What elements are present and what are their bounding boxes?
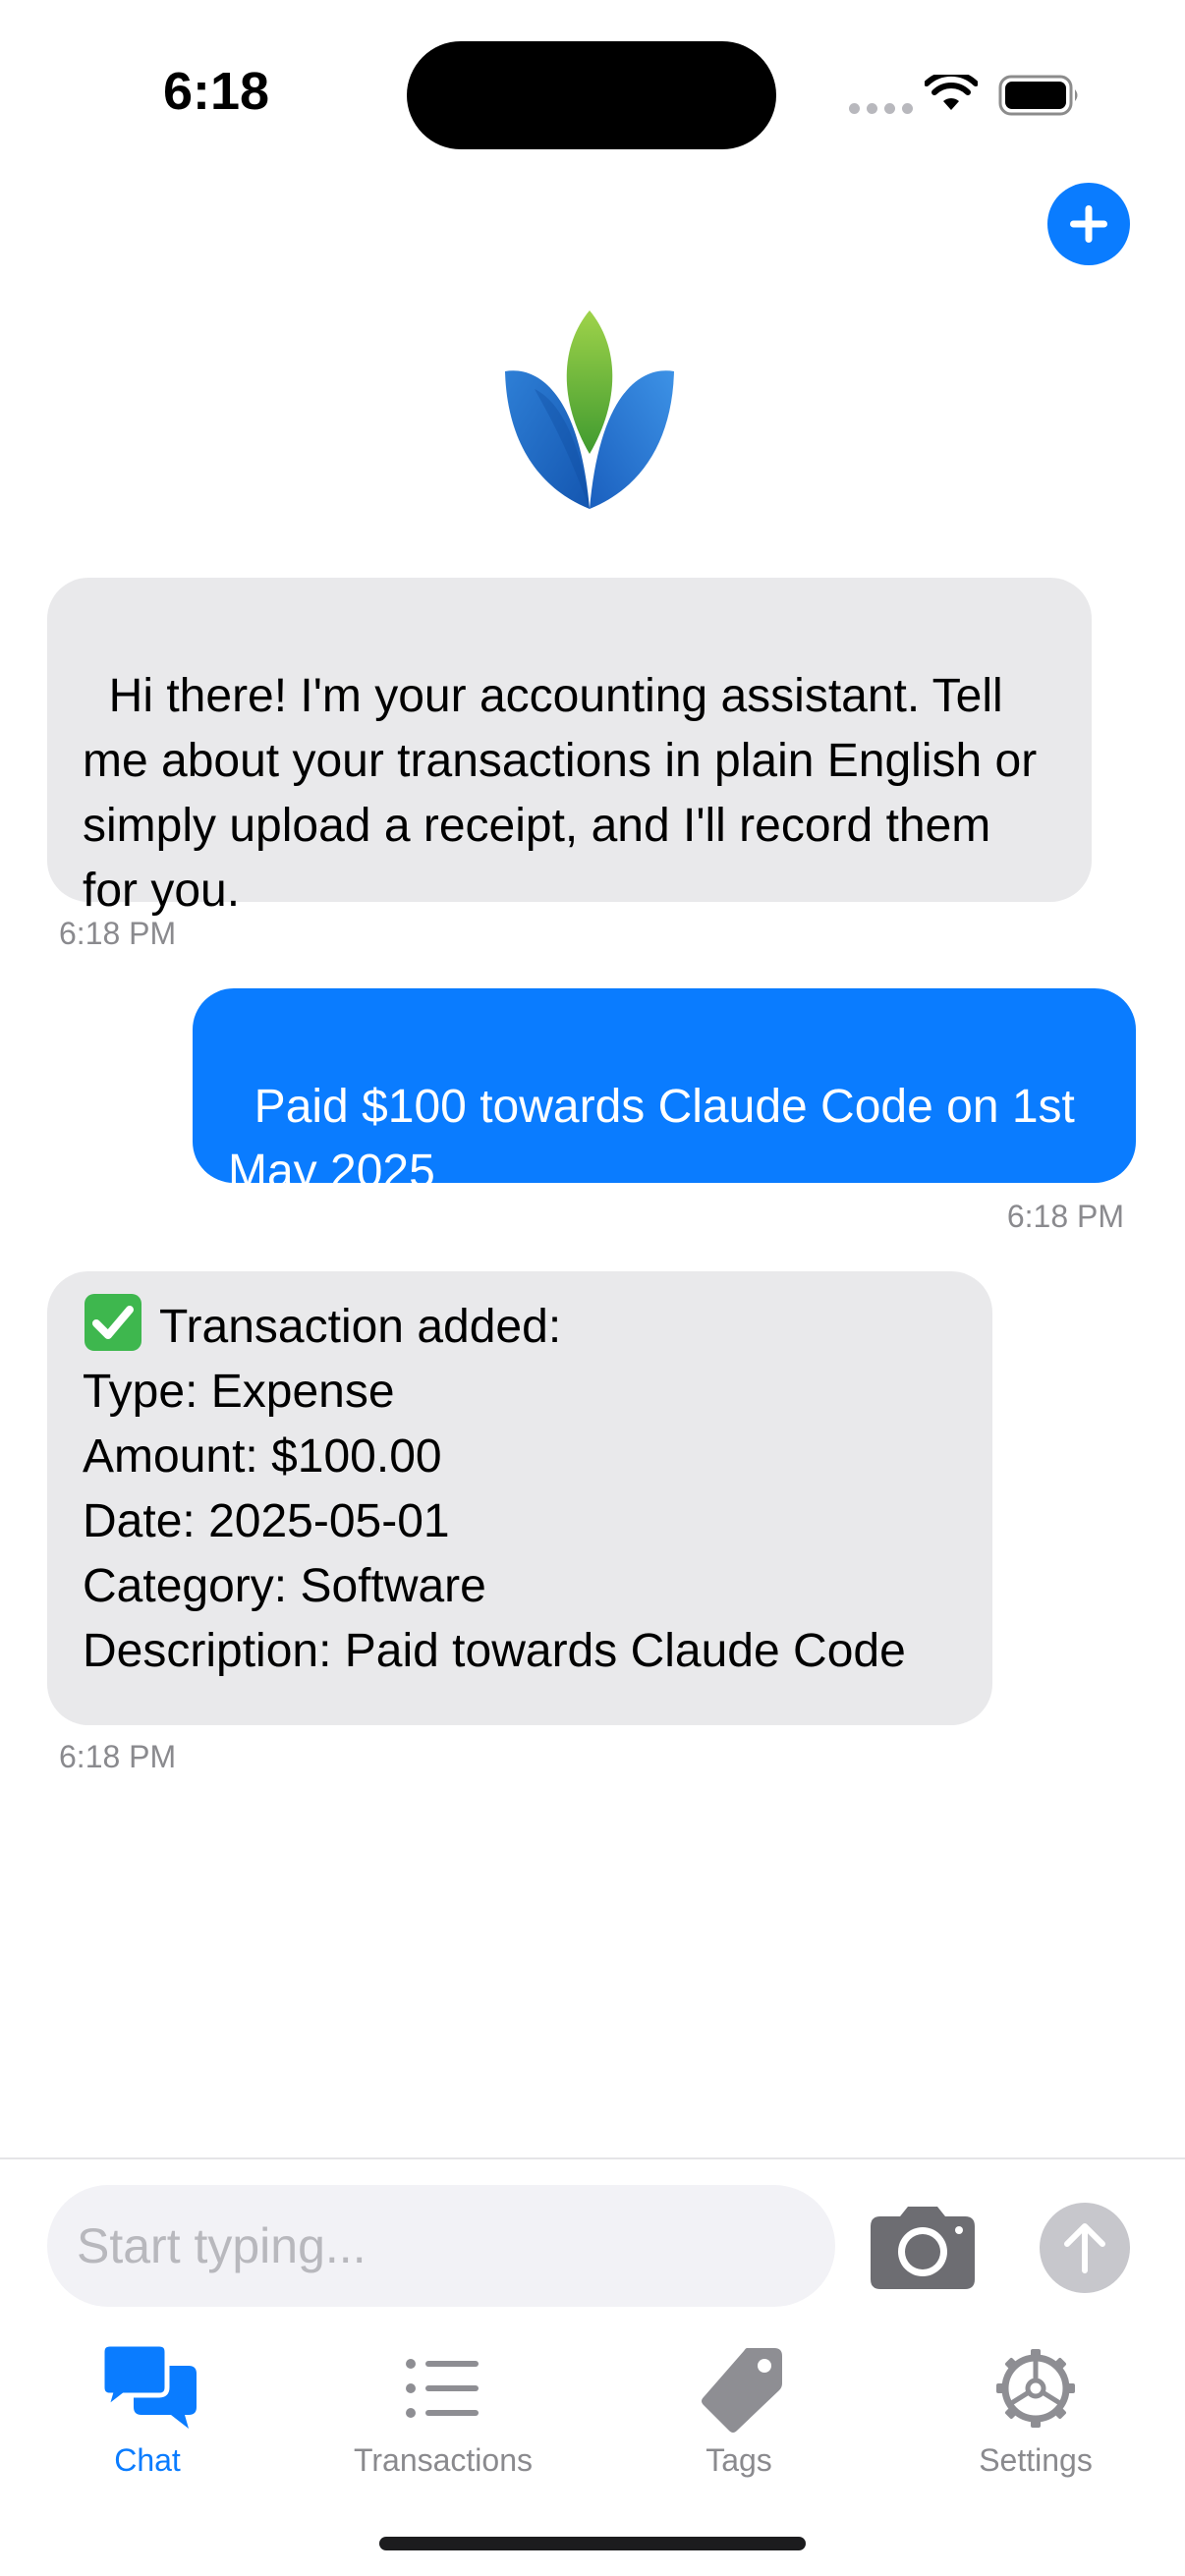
send-button[interactable]: [1040, 2203, 1130, 2293]
message-input-placeholder: Start typing...: [77, 2218, 367, 2273]
tab-bar: Chat Transactions Tags Settings: [0, 2334, 1185, 2492]
message-input[interactable]: Start typing...: [47, 2185, 835, 2307]
dynamic-island: [407, 41, 776, 149]
transaction-date: Date: 2025-05-01: [83, 1495, 450, 1547]
check-mark-icon: [85, 1294, 141, 1351]
tab-chat-label: Chat: [114, 2442, 181, 2478]
message-text: Hi there! I'm your accounting assistant.…: [83, 670, 1050, 917]
camera-icon[interactable]: [869, 2205, 977, 2291]
list-icon: [406, 2359, 479, 2418]
tab-settings[interactable]: Settings: [888, 2334, 1183, 2492]
transaction-description: Description: Paid towards Claude Code: [83, 1625, 906, 1677]
assistant-message: Transaction added: Type: Expense Amount:…: [47, 1271, 992, 1725]
assistant-message: Hi there! I'm your accounting assistant.…: [47, 578, 1092, 917]
transaction-type: Type: Expense: [83, 1366, 395, 1418]
home-indicator: [379, 2537, 806, 2550]
arrow-up-icon: [1064, 2223, 1105, 2273]
status-bar: 6:18: [0, 0, 1185, 187]
tab-transactions[interactable]: Transactions: [296, 2334, 591, 2492]
message-timestamp: 6:18 PM: [59, 1739, 177, 1774]
tab-tags-label: Tags: [705, 2442, 772, 2478]
plus-icon: [1070, 205, 1107, 243]
wifi-icon: [925, 75, 978, 110]
gear-icon: [996, 2349, 1075, 2428]
transaction-category: Category: Software: [83, 1560, 486, 1612]
tab-tags[interactable]: Tags: [592, 2334, 886, 2492]
tab-transactions-label: Transactions: [354, 2442, 533, 2478]
user-message: Paid $100 towards Claude Code on 1st May…: [193, 988, 1136, 1198]
battery-icon: [998, 75, 1078, 116]
new-chat-button[interactable]: [1047, 183, 1130, 265]
composer-divider: [0, 2157, 1185, 2159]
cellular-dots-icon: [849, 103, 913, 114]
tab-chat[interactable]: Chat: [0, 2334, 295, 2492]
leaf-logo-icon: [505, 310, 674, 509]
message-timestamp: 6:18 PM: [59, 916, 177, 951]
chat-bubbles-icon: [99, 2344, 197, 2429]
message-timestamp: 6:18 PM: [1006, 1199, 1124, 1234]
message-text: Paid $100 towards Claude Code on 1st May…: [228, 1081, 1089, 1198]
status-time: 6:18: [162, 62, 270, 121]
transaction-amount: Amount: $100.00: [83, 1430, 442, 1483]
tab-settings-label: Settings: [979, 2442, 1093, 2478]
tag-icon: [702, 2348, 782, 2433]
transaction-title: Transaction added:: [159, 1301, 562, 1353]
